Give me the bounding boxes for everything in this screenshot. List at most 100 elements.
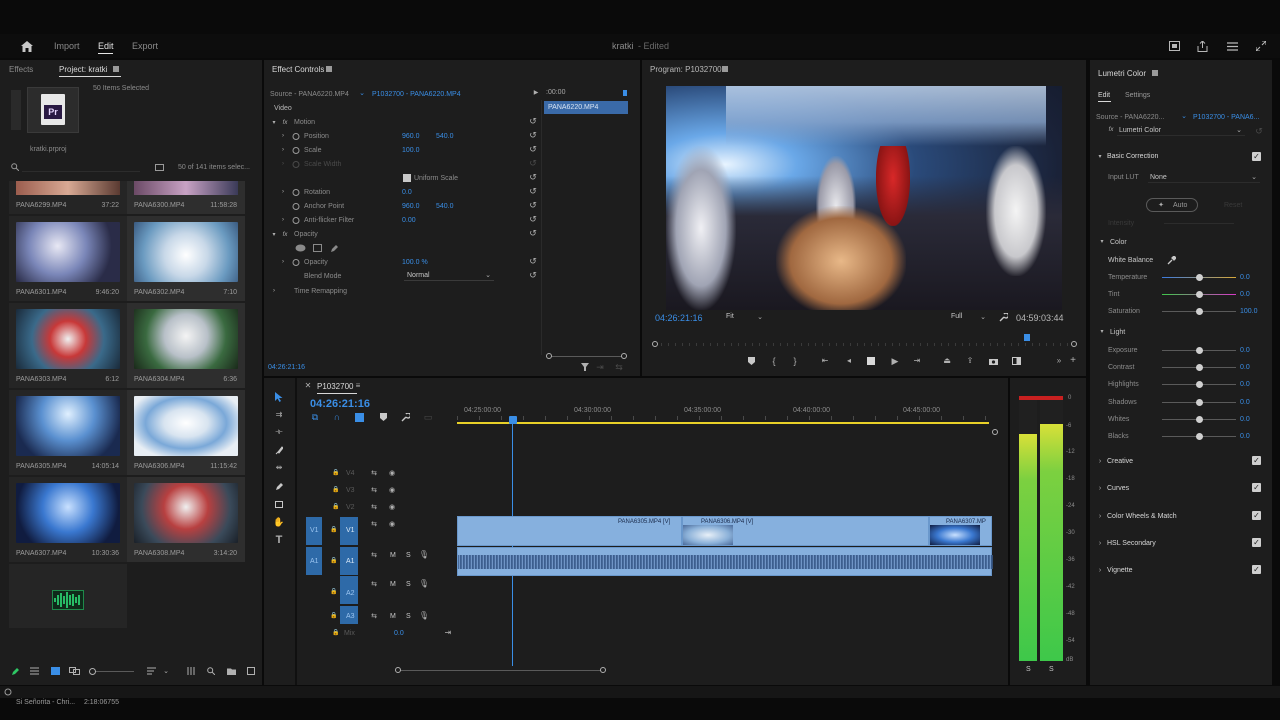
- expand-icon[interactable]: ›: [1096, 484, 1104, 492]
- temperature-knob[interactable]: [1196, 274, 1203, 281]
- eye-icon[interactable]: ◉: [387, 469, 397, 477]
- clip-video-6307[interactable]: PANA6307.MP: [929, 516, 992, 546]
- contrast-slider[interactable]: [1162, 364, 1236, 371]
- temperature-value[interactable]: 0.0: [1240, 274, 1250, 281]
- saturation-slider[interactable]: [1162, 308, 1236, 315]
- stopwatch-icon[interactable]: [291, 131, 300, 140]
- expand-icon[interactable]: ›: [1096, 512, 1104, 520]
- bin-icon[interactable]: [154, 162, 164, 172]
- exposure-value[interactable]: 0.0: [1240, 347, 1250, 354]
- opacity-expand-icon[interactable]: ▾: [270, 231, 278, 239]
- search-input[interactable]: [22, 163, 140, 172]
- hand-tool-icon[interactable]: ✋: [273, 516, 284, 528]
- mute-button[interactable]: M: [390, 613, 396, 620]
- ec-playhead[interactable]: [623, 90, 627, 96]
- program-video-frame[interactable]: [666, 86, 1062, 310]
- razor-tool-icon[interactable]: [274, 444, 284, 456]
- mark-out-icon[interactable]: }: [790, 356, 800, 366]
- panel-menu-icon[interactable]: [1152, 70, 1158, 76]
- lumetri-source[interactable]: Source - PANA6220...: [1096, 114, 1164, 121]
- extract-icon[interactable]: ⇪: [965, 356, 975, 366]
- step-back-icon[interactable]: ◂: [844, 356, 854, 366]
- search-icon[interactable]: [10, 162, 20, 172]
- panel-menu-icon[interactable]: [326, 66, 332, 72]
- expand-icon[interactable]: ›: [270, 287, 278, 295]
- effect-controls-title[interactable]: Effect Controls: [272, 65, 324, 74]
- solo-button[interactable]: S: [406, 552, 411, 559]
- prop-opacity-value[interactable]: 100.0 %: [402, 259, 428, 266]
- sync-icon[interactable]: ⇆: [369, 580, 379, 588]
- add-marker-icon[interactable]: [746, 356, 756, 366]
- prop-anti-flicker-value[interactable]: 0.00: [402, 217, 416, 224]
- menu-icon[interactable]: [1225, 39, 1239, 53]
- stopwatch-icon[interactable]: [291, 145, 300, 154]
- mute-button[interactable]: M: [390, 581, 396, 588]
- rectangle-tool-icon[interactable]: [274, 498, 284, 510]
- go-to-end-icon[interactable]: ⇥: [443, 628, 453, 638]
- exposure-knob[interactable]: [1196, 347, 1203, 354]
- uniform-scale-checkbox[interactable]: [403, 174, 411, 182]
- section-vignette[interactable]: Vignette: [1107, 567, 1133, 574]
- tint-slider[interactable]: [1162, 291, 1236, 298]
- fx-badge-icon[interactable]: fx: [1106, 126, 1116, 134]
- basic-correction-header[interactable]: Basic Correction: [1107, 153, 1158, 160]
- mute-button[interactable]: M: [390, 552, 396, 559]
- color-expand-icon[interactable]: ▾: [1098, 238, 1106, 246]
- go-to-in-icon[interactable]: ⇤: [820, 356, 830, 366]
- share-icon[interactable]: [1195, 39, 1209, 53]
- expand-icon[interactable]: ›: [1096, 457, 1104, 465]
- blacks-value[interactable]: 0.0: [1240, 433, 1250, 440]
- find-icon[interactable]: [206, 666, 216, 676]
- lift-icon[interactable]: ⏏: [942, 356, 952, 366]
- home-icon[interactable]: [20, 39, 34, 53]
- grid-cell[interactable]: PANA6300.MP4 11:58:28: [127, 181, 245, 214]
- temperature-slider[interactable]: [1162, 274, 1236, 281]
- solo-right-button[interactable]: S: [1049, 666, 1054, 673]
- saturation-knob[interactable]: [1196, 308, 1203, 315]
- rectangle-mask-icon[interactable]: [312, 243, 322, 253]
- add-marker-icon[interactable]: [378, 412, 388, 422]
- lumetri-effect-dropdown[interactable]: Lumetri Color ⌄: [1117, 125, 1245, 136]
- motion-expand-icon[interactable]: ▾: [270, 119, 278, 127]
- ripple-edit-icon[interactable]: ⟛: [274, 426, 284, 438]
- zoom-slider[interactable]: [89, 668, 134, 675]
- export-frame-icon[interactable]: ⇥: [595, 362, 605, 372]
- tab-export[interactable]: Export: [132, 41, 158, 51]
- stopwatch-icon[interactable]: [291, 257, 300, 266]
- reset-icon[interactable]: ↺: [528, 116, 538, 126]
- light-expand-icon[interactable]: ▾: [1098, 328, 1106, 336]
- ec-clip[interactable]: P1032700 - PANA6220.MP4: [372, 91, 461, 98]
- lumetri-tab-edit[interactable]: Edit: [1098, 92, 1110, 99]
- whites-slider[interactable]: [1162, 416, 1236, 423]
- pencil-icon[interactable]: [10, 666, 20, 676]
- lock-icon[interactable]: 🔒: [332, 503, 340, 511]
- tint-value[interactable]: 0.0: [1240, 291, 1250, 298]
- basic-expand-icon[interactable]: ▾: [1096, 153, 1104, 161]
- highlights-knob[interactable]: [1196, 381, 1203, 388]
- saturation-value[interactable]: 100.0: [1240, 308, 1258, 315]
- scroll-handle-left[interactable]: [395, 667, 401, 673]
- tab-edit[interactable]: Edit: [98, 41, 114, 51]
- input-lut-dropdown[interactable]: None ⌄: [1148, 172, 1260, 183]
- grid-cell[interactable]: PANA6299.MP4 37:22: [9, 181, 127, 214]
- blacks-knob[interactable]: [1196, 433, 1203, 440]
- vignette-checkbox[interactable]: ✓: [1252, 565, 1261, 574]
- sync-icon[interactable]: ⇆: [369, 612, 379, 620]
- lumetri-tab-settings[interactable]: Settings: [1125, 92, 1150, 99]
- color-section-label[interactable]: Color: [1110, 239, 1127, 246]
- stopwatch-icon[interactable]: [291, 201, 300, 210]
- expand-icon[interactable]: ›: [1096, 539, 1104, 547]
- automate-icon[interactable]: [186, 666, 196, 676]
- sync-icon[interactable]: ⇆: [369, 551, 379, 559]
- scrubber-playhead[interactable]: [1024, 334, 1030, 341]
- lock-icon[interactable]: 🔒: [330, 588, 338, 596]
- mic-icon[interactable]: 🎙: [419, 579, 429, 589]
- mic-icon[interactable]: 🎙: [419, 611, 429, 621]
- work-area-bar[interactable]: [457, 422, 989, 424]
- fx-badge-icon[interactable]: fx: [280, 231, 290, 239]
- eye-icon[interactable]: ◉: [387, 503, 397, 511]
- reset-icon[interactable]: ↺: [528, 186, 538, 196]
- chevron-down-icon[interactable]: ⌄: [162, 666, 170, 676]
- sync-icon[interactable]: ⇆: [369, 520, 379, 528]
- lock-icon[interactable]: 🔒: [330, 612, 338, 620]
